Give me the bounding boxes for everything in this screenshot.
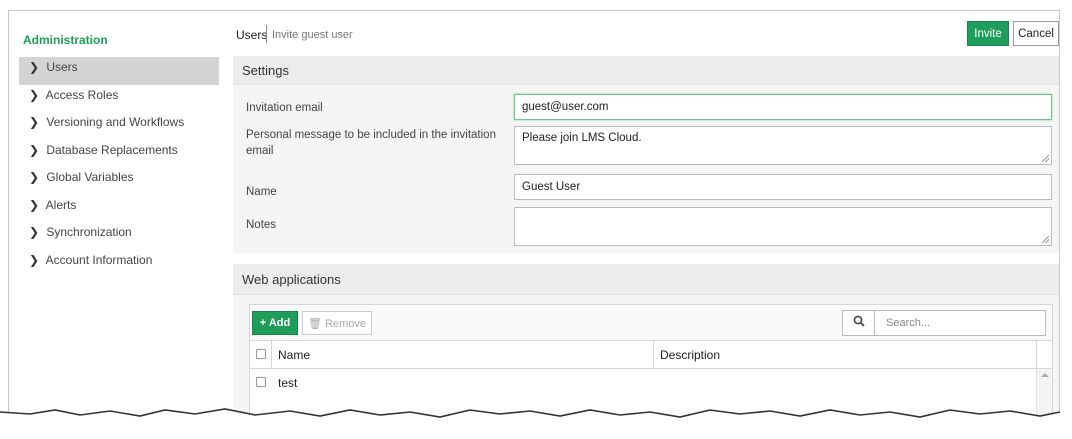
notes-field[interactable] (514, 207, 1052, 246)
sidebar-item-label: Versioning and Workflows (46, 115, 185, 129)
table-row[interactable]: test (250, 369, 1052, 395)
settings-title: Settings (233, 56, 1059, 85)
column-header-description[interactable]: Description (660, 348, 720, 362)
sidebar-item-users[interactable]: ❯ Users (19, 57, 219, 85)
sidebar-item-label: Alerts (45, 197, 77, 212)
sidebar-item-synchronization[interactable]: ❯ Synchronization (19, 222, 219, 250)
chevron-right-icon: ❯ (29, 197, 40, 212)
row-checkbox[interactable] (256, 377, 266, 387)
add-button[interactable]: + Add (252, 311, 298, 335)
chevron-right-icon: ❯ (29, 170, 40, 184)
sidebar-item-account-information[interactable]: ❯ Account Information (19, 250, 219, 278)
resize-handle-icon[interactable] (1042, 155, 1049, 162)
breadcrumb-users[interactable]: Users (236, 28, 267, 42)
search-input[interactable] (876, 311, 1044, 335)
select-all-checkbox[interactable] (256, 349, 266, 359)
settings-panel: Settings Invitation email Personal messa… (233, 56, 1059, 253)
breadcrumb-current: Invite guest user (272, 29, 353, 41)
chevron-right-icon: ❯ (29, 225, 40, 239)
sidebar-title: Administration (23, 33, 108, 47)
sidebar-item-global-variables[interactable]: ❯ Global Variables (19, 167, 219, 195)
cancel-button[interactable]: Cancel (1013, 21, 1059, 46)
scroll-up-icon[interactable] (1041, 373, 1049, 377)
sidebar-nav: ❯ Users ❯ Access Roles ❯ Versioning and … (19, 57, 219, 277)
sidebar-item-versioning[interactable]: ❯ Versioning and Workflows (19, 112, 219, 140)
web-applications-title: Web applications (233, 264, 1059, 295)
message-field[interactable]: Please join LMS Cloud. (514, 126, 1052, 165)
chevron-right-icon: ❯ (29, 142, 40, 157)
sidebar-item-access-roles[interactable]: ❯ Access Roles (19, 85, 219, 113)
sidebar: Administration ❯ Users ❯ Access Roles ❯ … (9, 11, 221, 429)
chevron-right-icon: ❯ (29, 60, 40, 74)
sidebar-item-label: Database Replacements (46, 142, 178, 157)
name-field[interactable] (514, 174, 1052, 200)
page-header: Users Invite guest user Invite Cancel (233, 19, 1059, 51)
chevron-right-icon: ❯ (29, 115, 40, 129)
app-window: Administration ❯ Users ❯ Access Roles ❯ … (8, 10, 1060, 430)
remove-button[interactable]: 🗑︎ Remove (302, 311, 372, 335)
sidebar-item-label: Account Information (45, 252, 153, 267)
name-label: Name (246, 186, 277, 198)
message-label: Personal message to be included in the i… (246, 129, 496, 157)
chevron-right-icon: ❯ (29, 252, 40, 267)
column-divider (271, 341, 272, 369)
column-divider (653, 341, 654, 369)
column-divider (1036, 341, 1037, 369)
breadcrumb-separator (266, 25, 267, 43)
message-value: Please join LMS Cloud. (522, 132, 642, 144)
email-label: Invitation email (246, 102, 323, 114)
notes-label: Notes (246, 219, 277, 231)
column-header-name[interactable]: Name (278, 348, 310, 362)
chevron-right-icon: ❯ (29, 87, 40, 102)
sidebar-item-label: Access Roles (45, 87, 119, 102)
sidebar-item-label: Users (46, 60, 78, 74)
sidebar-item-alerts[interactable]: ❯ Alerts (19, 195, 219, 223)
search-box (842, 310, 1046, 336)
grid-toolbar: + Add 🗑︎ Remove (249, 304, 1053, 340)
search-icon[interactable] (843, 311, 875, 335)
email-field[interactable] (514, 94, 1052, 120)
torn-edge-decoration (0, 408, 1072, 439)
sidebar-item-label: Global Variables (46, 170, 134, 184)
resize-handle-icon[interactable] (1042, 236, 1049, 243)
trash-icon: 🗑︎ (308, 317, 322, 330)
grid-header: Name Description (250, 341, 1052, 369)
invite-button[interactable]: Invite (967, 21, 1009, 46)
row-name-cell: test (278, 376, 298, 390)
sidebar-item-label: Synchronization (46, 225, 132, 239)
sidebar-item-database-replacements[interactable]: ❯ Database Replacements (19, 140, 219, 168)
remove-label: Remove (325, 317, 366, 330)
